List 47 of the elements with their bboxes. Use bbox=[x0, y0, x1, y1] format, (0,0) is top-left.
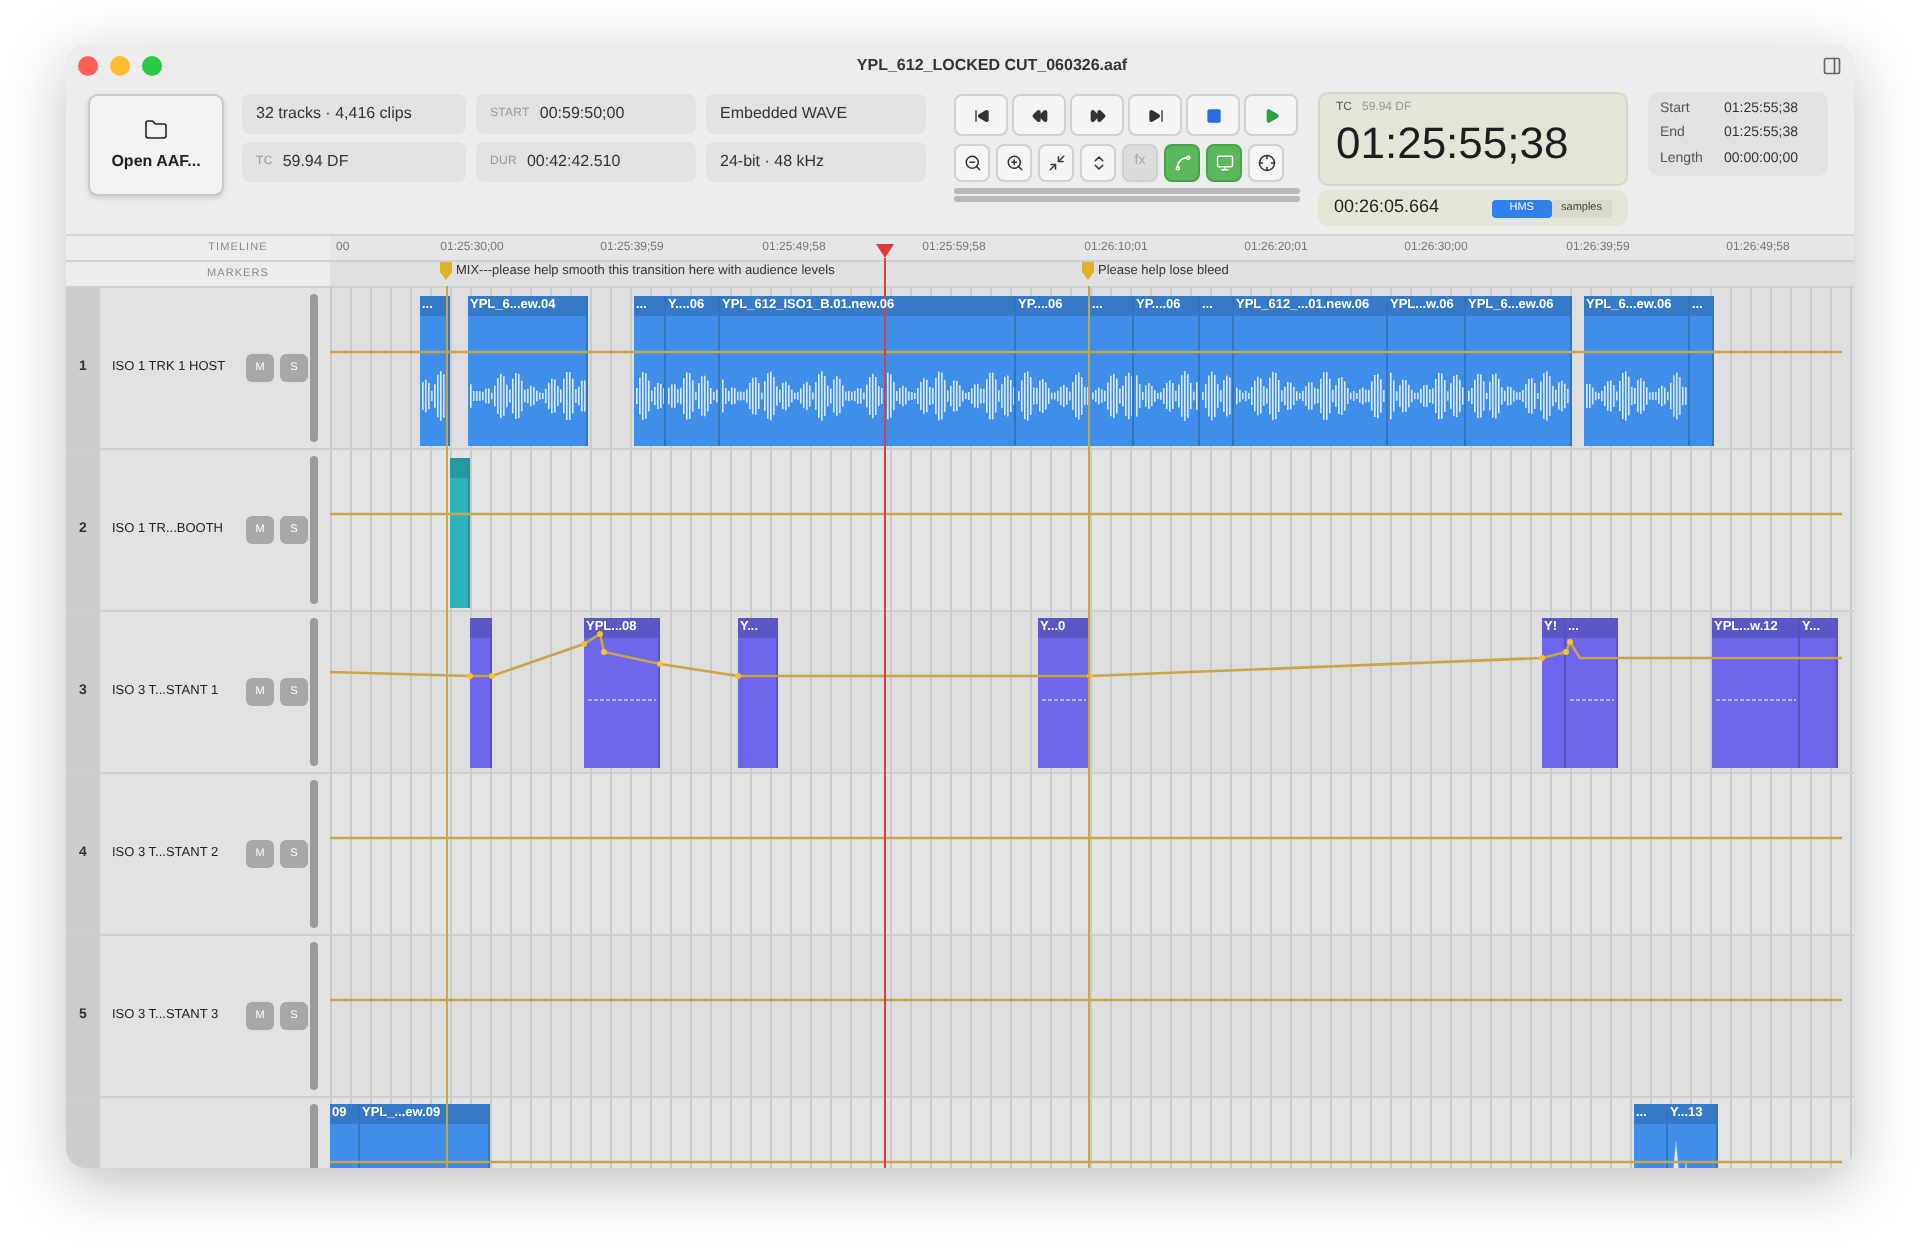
playhead-icon[interactable] bbox=[876, 244, 894, 258]
transport-button[interactable] bbox=[954, 94, 1008, 136]
waveform-drawing bbox=[420, 370, 448, 422]
tool-button[interactable] bbox=[1038, 144, 1074, 182]
audio-clip[interactable] bbox=[470, 618, 492, 768]
info-value: 32 tracks · 4,416 clips bbox=[256, 102, 412, 126]
tool-button[interactable] bbox=[1248, 144, 1284, 182]
skip-back-icon bbox=[973, 107, 989, 123]
info-value: 24-bit · 48 kHz bbox=[720, 150, 825, 174]
marker-pin-icon[interactable] bbox=[1082, 262, 1094, 281]
window-title: YPL_612_LOCKED CUT_060326.aaf bbox=[856, 54, 1128, 78]
zoom-in-icon bbox=[1005, 154, 1023, 172]
stop-icon bbox=[1205, 107, 1221, 123]
open-file-button[interactable]: Open AAF... bbox=[88, 94, 224, 196]
zoom-out-icon bbox=[963, 154, 981, 172]
play-icon bbox=[1263, 107, 1279, 123]
transport-button[interactable] bbox=[1070, 94, 1124, 136]
transport-button[interactable] bbox=[1012, 94, 1066, 136]
scroll-bar[interactable] bbox=[954, 188, 1300, 194]
waveform-drawing bbox=[1466, 370, 1570, 422]
tool-button[interactable] bbox=[954, 144, 990, 182]
elapsed-time: 00:26:05.664 bbox=[1334, 194, 1442, 221]
skip-forward-icon bbox=[1147, 107, 1163, 123]
info-value: 59.94 DF bbox=[282, 150, 349, 174]
marker-pin-icon[interactable] bbox=[440, 262, 452, 281]
diagonal-arrows-icon bbox=[1047, 154, 1065, 172]
close-button[interactable] bbox=[78, 56, 98, 76]
waveform-drawing bbox=[1584, 370, 1688, 422]
up-down-arrows-icon bbox=[1089, 154, 1107, 172]
minimize-button[interactable] bbox=[110, 56, 130, 76]
tool-button[interactable] bbox=[996, 144, 1032, 182]
info-value: Embedded WAVE bbox=[720, 102, 848, 126]
monitor-icon bbox=[1215, 154, 1233, 172]
rewind-icon bbox=[1031, 107, 1047, 123]
info-value: 00:42:42.510 bbox=[526, 150, 621, 174]
fast-forward-icon bbox=[1089, 107, 1105, 123]
timecode-display: 01:25:55;38 bbox=[1336, 118, 1571, 170]
crosshair-icon bbox=[1257, 154, 1275, 172]
zoom-button[interactable] bbox=[142, 56, 162, 76]
curve-icon bbox=[1173, 154, 1191, 172]
info-value: 00:59:50;00 bbox=[539, 102, 625, 126]
scroll-bar[interactable] bbox=[954, 196, 1300, 202]
transport-button[interactable] bbox=[1128, 94, 1182, 136]
waveform-drawing bbox=[468, 370, 586, 422]
audio-clip[interactable] bbox=[450, 458, 470, 608]
folder-icon bbox=[144, 117, 168, 141]
sidebar-icon[interactable] bbox=[1822, 56, 1842, 76]
